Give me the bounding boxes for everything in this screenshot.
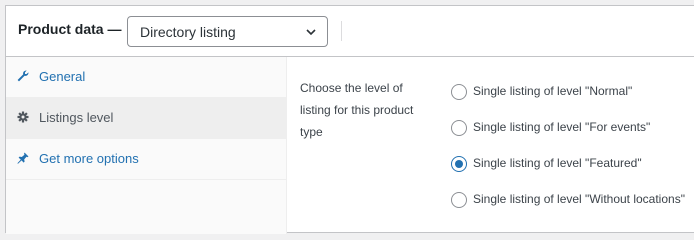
radio-without-locations[interactable] [451, 192, 467, 208]
wrench-icon [17, 70, 29, 82]
option-level-for-events[interactable]: Single listing of level "For events" [450, 118, 694, 138]
product-data-panel: Product data — Directory listing General [5, 5, 694, 234]
option-level-normal[interactable]: Single listing of level "Normal" [450, 82, 694, 102]
listing-level-field-label: Choose the level of listing for this pro… [300, 81, 414, 139]
tab-general-label: General [39, 69, 86, 84]
option-normal-label: Single listing of level "Normal" [473, 84, 633, 98]
option-level-featured[interactable]: Single listing of level "Featured" [450, 154, 694, 174]
header-divider [341, 21, 342, 41]
panel-title: Product data — [18, 21, 122, 37]
product-type-select[interactable]: Directory listing [127, 16, 328, 47]
tab-general[interactable]: General [6, 57, 287, 98]
radio-featured[interactable] [451, 156, 467, 172]
product-type-value: Directory listing [140, 24, 236, 40]
tab-get-more-options[interactable]: Get more options [6, 139, 287, 180]
option-for-events-label: Single listing of level "For events" [473, 120, 651, 134]
gear-icon [17, 111, 29, 123]
tab-listings-level-label: Listings level [39, 110, 114, 125]
radio-normal[interactable] [451, 84, 467, 100]
product-data-tabs: General Listings level Get more options [6, 57, 287, 234]
tab-listings-level[interactable]: Listings level [6, 98, 287, 139]
option-without-locations-label: Single listing of level "Without locatio… [473, 192, 685, 206]
pushpin-icon [17, 152, 29, 164]
panel-header: Product data — Directory listing [6, 6, 694, 57]
chevron-down-icon [306, 29, 316, 36]
radio-for-events[interactable] [451, 120, 467, 136]
listings-level-panel: Choose the level of listing for this pro… [288, 57, 694, 234]
option-featured-label: Single listing of level "Featured" [473, 156, 642, 170]
tab-get-more-options-label: Get more options [39, 151, 139, 166]
option-level-without-locations[interactable]: Single listing of level "Without locatio… [450, 190, 694, 210]
